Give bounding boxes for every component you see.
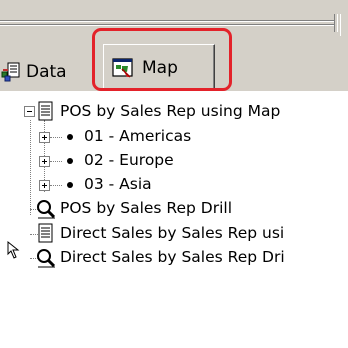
tree-connector (50, 137, 62, 139)
bullet-icon (67, 158, 73, 164)
tree-connector (50, 185, 62, 187)
tree-item-asia[interactable]: 03 - Asia (0, 173, 348, 197)
tree-connector (30, 234, 38, 236)
tree-connector (50, 161, 62, 163)
tree-item-label: 02 - Europe (84, 151, 174, 169)
document-icon (38, 101, 53, 121)
tab-data-label: Data (26, 62, 67, 82)
expand-toggle-icon[interactable] (39, 156, 50, 167)
splitter-grip[interactable] (334, 14, 338, 32)
tree-item-label: 03 - Asia (84, 175, 152, 193)
highlight-box (92, 28, 232, 91)
splitter-line (0, 25, 334, 26)
tree-item-direct-sales-drill[interactable]: Direct Sales by Sales Rep Dri (0, 246, 348, 270)
report-tree: POS by Sales Rep using Map 01 - Americas… (0, 92, 348, 348)
expand-toggle-icon[interactable] (39, 180, 50, 191)
toolbar-stub (340, 14, 348, 36)
tree-item-europe[interactable]: 02 - Europe (0, 149, 348, 173)
bullet-icon (67, 182, 73, 188)
splitter-line (0, 21, 334, 22)
tree-item-pos-by-sales-rep-drill[interactable]: POS by Sales Rep Drill (0, 197, 348, 221)
tree-item-direct-sales-using-map[interactable]: Direct Sales by Sales Rep usi (0, 222, 348, 246)
collapse-toggle-icon[interactable] (24, 106, 35, 117)
magnifier-icon (37, 200, 56, 219)
tree-item-label: POS by Sales Rep Drill (60, 199, 233, 217)
expand-toggle-icon[interactable] (39, 132, 50, 143)
tree-item-label: Direct Sales by Sales Rep usi (60, 224, 285, 242)
magnifier-icon (37, 249, 56, 268)
bullet-icon (67, 134, 73, 140)
data-report-icon (0, 61, 22, 83)
document-icon (38, 223, 53, 243)
tab-data[interactable]: Data (0, 54, 67, 90)
mouse-cursor-icon (7, 240, 20, 259)
tree-item-label: Direct Sales by Sales Rep Dri (60, 248, 285, 266)
tree-item-label: POS by Sales Rep using Map (60, 102, 281, 120)
tree-item-americas[interactable]: 01 - Americas (0, 125, 348, 149)
tree-item-pos-by-sales-rep-using-map[interactable]: POS by Sales Rep using Map (0, 100, 348, 124)
tree-item-label: 01 - Americas (84, 127, 192, 145)
